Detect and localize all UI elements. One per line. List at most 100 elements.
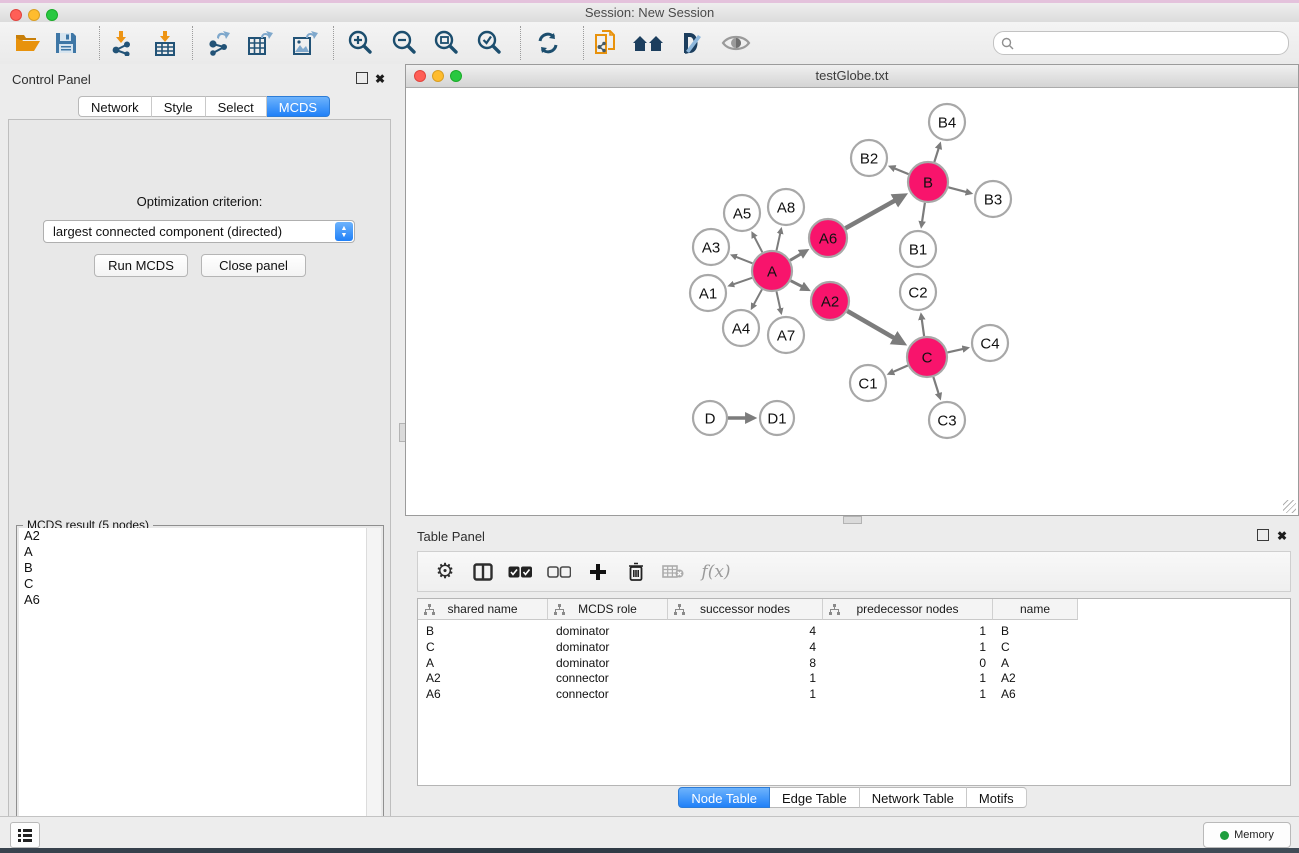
node-A[interactable]: A: [752, 251, 792, 291]
node-C4[interactable]: C4: [972, 325, 1008, 361]
table-cell[interactable]: 4: [668, 639, 823, 655]
edge-A2-C[interactable]: [847, 311, 894, 338]
node-D1[interactable]: D1: [760, 401, 794, 435]
frame-resize-grip[interactable]: [1283, 500, 1296, 513]
toggle-visibility-button[interactable]: [718, 25, 754, 61]
table-cell[interactable]: connector: [548, 686, 668, 702]
edge-A-A7[interactable]: [776, 292, 780, 309]
tab-style[interactable]: Style: [152, 96, 206, 117]
horizontal-splitter[interactable]: [406, 516, 1299, 524]
criterion-select[interactable]: largest connected component (directed) ▲…: [43, 220, 355, 243]
node-A3[interactable]: A3: [693, 229, 729, 265]
edge-B-B3[interactable]: [948, 187, 966, 192]
zoom-fit-button[interactable]: [428, 25, 464, 61]
mcds-list-scrollbar[interactable]: [366, 528, 381, 853]
edge-A-A8[interactable]: [776, 233, 780, 250]
table-cell[interactable]: A6: [993, 686, 1078, 702]
table-cell[interactable]: 1: [668, 686, 823, 702]
table-cell[interactable]: C: [993, 639, 1078, 655]
table-tab-motifs[interactable]: Motifs: [967, 787, 1027, 808]
edge-A-A6[interactable]: [790, 254, 801, 260]
node-B1[interactable]: B1: [900, 231, 936, 267]
save-session-button[interactable]: [48, 25, 84, 61]
column-header-predecessor-nodes[interactable]: predecessor nodes: [823, 599, 993, 620]
delete-column-button[interactable]: [619, 552, 653, 591]
edge-B-B1[interactable]: [922, 203, 925, 222]
edge-C-C4[interactable]: [947, 349, 963, 352]
tab-mcds[interactable]: MCDS: [267, 96, 330, 117]
node-A2[interactable]: A2: [811, 282, 849, 320]
mcds-result-list[interactable]: A2ABCA6: [19, 528, 367, 853]
table-cell[interactable]: dominator: [548, 623, 668, 639]
column-header-successor-nodes[interactable]: successor nodes: [668, 599, 823, 620]
table-cell[interactable]: connector: [548, 670, 668, 686]
table-cell[interactable]: 4: [668, 623, 823, 639]
table-cell[interactable]: A: [993, 655, 1078, 671]
zoom-in-button[interactable]: [342, 25, 378, 61]
edge-B-B2[interactable]: [894, 168, 908, 174]
table-cell[interactable]: 1: [823, 670, 993, 686]
node-C[interactable]: C: [907, 337, 947, 377]
refresh-layout-button[interactable]: [530, 25, 566, 61]
table-cell[interactable]: C: [418, 639, 548, 655]
node-D[interactable]: D: [693, 401, 727, 435]
clone-network-button[interactable]: [589, 25, 625, 61]
close-panel-icon[interactable]: ✖: [375, 72, 385, 86]
column-header-shared-name[interactable]: shared name: [418, 599, 548, 620]
tab-network[interactable]: Network: [78, 96, 152, 117]
close-panel-button[interactable]: Close panel: [201, 254, 306, 277]
zoom-out-button[interactable]: [386, 25, 422, 61]
node-A7[interactable]: A7: [768, 317, 804, 353]
export-network-button[interactable]: [200, 25, 236, 61]
edge-C-C1[interactable]: [893, 365, 908, 371]
table-tab-network-table[interactable]: Network Table: [860, 787, 967, 808]
mcds-result-item[interactable]: A2: [19, 528, 367, 544]
edge-A6-B[interactable]: [845, 200, 895, 228]
node-B4[interactable]: B4: [929, 104, 965, 140]
table-cell[interactable]: A2: [418, 670, 548, 686]
add-column-button[interactable]: [581, 552, 615, 591]
node-B2[interactable]: B2: [851, 140, 887, 176]
memory-button[interactable]: Memory: [1203, 822, 1291, 848]
table-cell[interactable]: 0: [823, 655, 993, 671]
export-table-button[interactable]: [242, 25, 278, 61]
mcds-result-item[interactable]: A: [19, 544, 367, 560]
table-cell[interactable]: dominator: [548, 639, 668, 655]
node-B3[interactable]: B3: [975, 181, 1011, 217]
edge-A-A5[interactable]: [754, 237, 762, 253]
edge-A-A3[interactable]: [736, 257, 753, 263]
node-C1[interactable]: C1: [850, 365, 886, 401]
node-A1[interactable]: A1: [690, 275, 726, 311]
column-header-MCDS-role[interactable]: MCDS role: [548, 599, 668, 620]
table-cell[interactable]: dominator: [548, 655, 668, 671]
table-cell[interactable]: 1: [668, 670, 823, 686]
node-C3[interactable]: C3: [929, 402, 965, 438]
close-table-panel-icon[interactable]: ✖: [1277, 529, 1287, 543]
float-panel-icon[interactable]: [356, 72, 368, 87]
table-tab-edge-table[interactable]: Edge Table: [770, 787, 860, 808]
console-button[interactable]: [10, 822, 40, 848]
select-all-columns-button[interactable]: [503, 552, 537, 591]
network-canvas[interactable]: AA1A2A3A4A5A6A7A8BB1B2B3B4CC1C2C3C4DD1: [406, 87, 1298, 516]
edge-A-A2[interactable]: [791, 281, 803, 287]
node-A6[interactable]: A6: [809, 219, 847, 257]
float-table-panel-icon[interactable]: [1257, 529, 1269, 544]
zoom-selected-button[interactable]: [471, 25, 507, 61]
run-mcds-button[interactable]: Run MCDS: [94, 254, 188, 277]
main-titlebar[interactable]: Session: New Session: [0, 3, 1299, 23]
tab-select[interactable]: Select: [206, 96, 267, 117]
node-A8[interactable]: A8: [768, 189, 804, 225]
edge-C-C2[interactable]: [922, 319, 924, 336]
mcds-result-item[interactable]: A6: [19, 592, 367, 608]
home-view-button[interactable]: [630, 25, 666, 61]
table-tab-node-table[interactable]: Node Table: [678, 787, 770, 808]
import-table-button[interactable]: [147, 25, 183, 61]
node-A5[interactable]: A5: [724, 195, 760, 231]
node-A4[interactable]: A4: [723, 310, 759, 346]
table-cell[interactable]: 1: [823, 623, 993, 639]
network-frame-titlebar[interactable]: testGlobe.txt: [406, 65, 1298, 88]
function-builder-button[interactable]: f(x): [694, 552, 738, 591]
node-C2[interactable]: C2: [900, 274, 936, 310]
edge-B-B4[interactable]: [934, 148, 938, 162]
annotation-mode-button[interactable]: [673, 25, 709, 61]
